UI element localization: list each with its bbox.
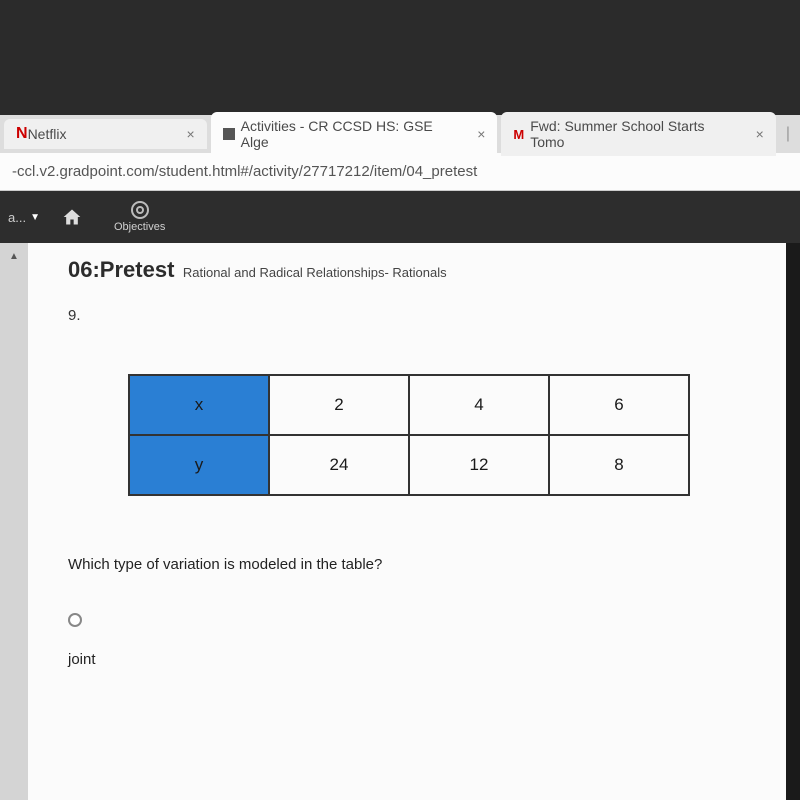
tab-label: Netflix bbox=[28, 126, 67, 142]
tab-label: Fwd: Summer School Starts Tomo bbox=[530, 118, 741, 150]
option-label: joint bbox=[68, 651, 776, 668]
photo-edge bbox=[786, 243, 800, 800]
title-sub: Rational and Radical Relationships- Rati… bbox=[183, 265, 447, 280]
data-table: x 2 4 6 y 24 12 8 bbox=[128, 374, 690, 496]
home-icon bbox=[62, 207, 82, 227]
address-bar[interactable]: -ccl.v2.gradpoint.com/student.html#/acti… bbox=[0, 153, 800, 191]
tab-activities[interactable]: Activities - CR CCSD HS: GSE Alge × bbox=[211, 112, 498, 156]
cell: 12 bbox=[409, 435, 549, 495]
cell: 6 bbox=[549, 375, 689, 435]
cell: 2 bbox=[269, 375, 409, 435]
tab-gmail[interactable]: M Fwd: Summer School Starts Tomo × bbox=[501, 112, 775, 156]
url-text: -ccl.v2.gradpoint.com/student.html#/acti… bbox=[12, 163, 477, 180]
question-panel: 06:Pretest Rational and Radical Relation… bbox=[28, 243, 800, 800]
tab-netflix[interactable]: N Netflix × bbox=[4, 119, 207, 149]
answer-option[interactable] bbox=[68, 613, 776, 627]
home-button[interactable] bbox=[56, 203, 88, 231]
objectives-button[interactable]: Objectives bbox=[108, 197, 171, 237]
scroll-up-icon[interactable]: ▲ bbox=[9, 251, 19, 262]
app-toolbar: a... ▼ Objectives bbox=[0, 191, 800, 243]
dropdown-icon[interactable]: ▼ bbox=[30, 212, 40, 223]
question-text: Which type of variation is modeled in th… bbox=[68, 556, 776, 573]
radio-button[interactable] bbox=[68, 613, 82, 627]
close-icon[interactable]: × bbox=[756, 126, 764, 142]
desktop-background-top bbox=[0, 0, 800, 115]
table-row: x 2 4 6 bbox=[129, 375, 689, 435]
cell: 4 bbox=[409, 375, 549, 435]
title-main: 06:Pretest bbox=[68, 257, 174, 282]
page-title: 06:Pretest Rational and Radical Relation… bbox=[68, 257, 776, 283]
side-label: a... bbox=[8, 210, 26, 225]
objectives-label: Objectives bbox=[114, 221, 165, 233]
tab-label: Activities - CR CCSD HS: GSE Alge bbox=[241, 118, 464, 150]
cell: 24 bbox=[269, 435, 409, 495]
site-icon bbox=[223, 128, 235, 140]
tab-separator: | bbox=[786, 125, 790, 143]
target-icon bbox=[131, 201, 149, 219]
table-row: y 24 12 8 bbox=[129, 435, 689, 495]
scroll-rail[interactable]: ▲ bbox=[0, 243, 28, 800]
browser-tabs: N Netflix × Activities - CR CCSD HS: GSE… bbox=[0, 115, 800, 153]
close-icon[interactable]: × bbox=[477, 126, 485, 142]
question-number: 9. bbox=[68, 307, 776, 324]
content-area: ▲ 06:Pretest Rational and Radical Relati… bbox=[0, 243, 800, 800]
gmail-icon: M bbox=[513, 127, 524, 142]
cell: 8 bbox=[549, 435, 689, 495]
netflix-icon: N bbox=[16, 125, 28, 143]
close-icon[interactable]: × bbox=[186, 126, 194, 142]
row-header-x: x bbox=[129, 375, 269, 435]
row-header-y: y bbox=[129, 435, 269, 495]
